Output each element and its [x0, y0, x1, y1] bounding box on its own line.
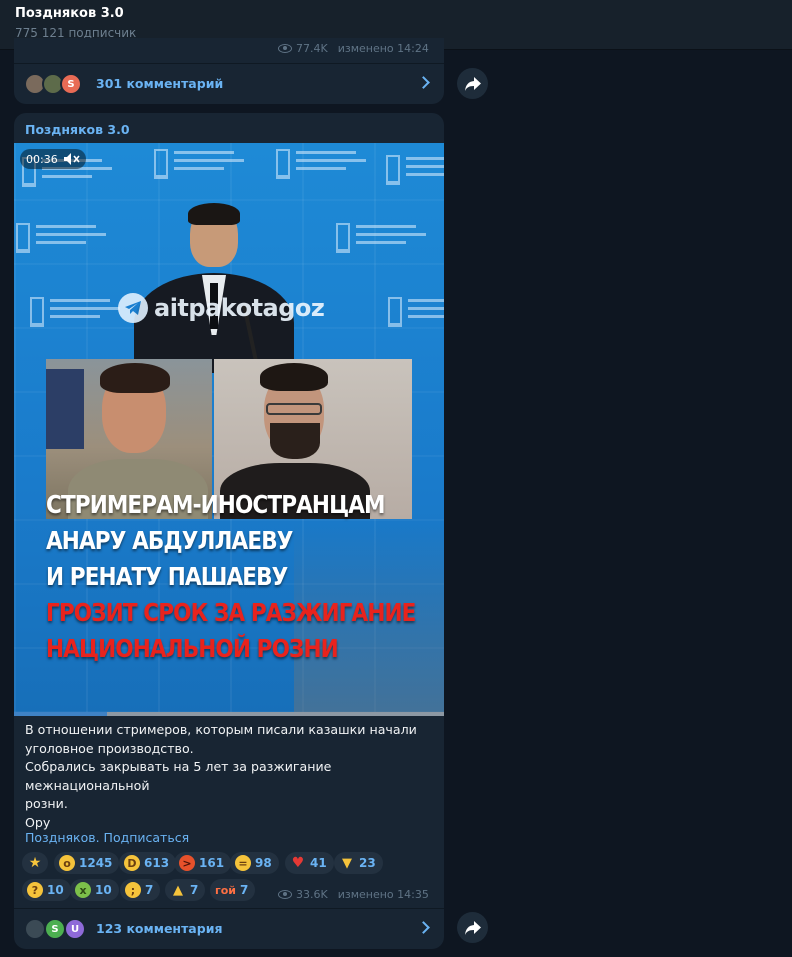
comments-label: 301 комментарий	[96, 76, 224, 91]
avatar	[24, 918, 46, 940]
message-line: Собрались закрывать на 5 лет за разжиган…	[25, 759, 332, 793]
forward-icon	[464, 76, 481, 91]
reaction-pray[interactable]: ▲ 7	[165, 879, 206, 901]
parliament-logo	[276, 145, 368, 185]
reaction-count: 7	[190, 883, 199, 897]
reaction-star[interactable]: ★	[22, 852, 48, 874]
commenter-avatars: S	[24, 73, 88, 95]
angry-face-icon: >	[179, 855, 195, 871]
crying-face-icon: ;	[125, 882, 141, 898]
thinking-face-icon: ?	[27, 882, 43, 898]
reaction-thinking[interactable]: ? 10	[22, 879, 71, 901]
reaction-count: 1245	[79, 856, 113, 870]
rofl-face-icon: D	[124, 855, 140, 871]
shocked-face-icon: o	[59, 855, 75, 871]
video-progress-bar[interactable]	[14, 712, 444, 716]
reaction-count: 613	[144, 856, 170, 870]
message-text: В отношении стримеров, которым писали ка…	[25, 721, 435, 832]
nauseated-face-icon: x	[75, 882, 91, 898]
reaction-count: 10	[95, 883, 112, 897]
message-bubble-previous: 77.4K изменено 14:24 S 301 комментарий	[14, 38, 444, 104]
view-count: 33.6K	[296, 888, 328, 901]
comments-button[interactable]: S U 123 комментария	[14, 909, 444, 949]
reaction-heart[interactable]: ♥ 41	[285, 852, 334, 874]
avatar: S	[44, 918, 66, 940]
parliament-logo	[154, 145, 246, 185]
mute-icon[interactable]	[63, 153, 80, 165]
grin-face-icon: =	[235, 855, 251, 871]
star-icon: ★	[28, 855, 42, 871]
reaction-angry[interactable]: > 161	[174, 852, 232, 874]
telegram-watermark: aitpakotagoz	[118, 293, 325, 323]
subscribe-link[interactable]: Поздняков. Подписаться	[25, 830, 189, 845]
custom-text-emoji-icon: гой	[215, 883, 237, 897]
channel-title[interactable]: Поздняков 3.0	[15, 6, 124, 21]
headline-line-red: НАЦИОНАЛЬНОЙ РОЗНИ	[46, 634, 339, 663]
speaker-figure	[134, 203, 294, 373]
video-headline: СТРИМЕРАМ-ИНОСТРАНЦАМ АНАРУ АБДУЛЛАЕВУ И…	[46, 487, 426, 667]
comments-button[interactable]: S 301 комментарий	[14, 64, 444, 104]
parliament-logo	[388, 293, 444, 333]
reaction-shocked[interactable]: o 1245	[54, 852, 120, 874]
video-timer: 00:36	[20, 149, 86, 169]
reaction-grin[interactable]: = 98	[230, 852, 279, 874]
headline-line-red: ГРОЗИТ СРОК ЗА РАЗЖИГАНИЕ	[46, 598, 416, 627]
headline-line: АНАРУ АБДУЛЛАЕВУ	[46, 526, 293, 555]
telegram-icon	[118, 293, 148, 323]
watermark-text: aitpakotagoz	[154, 294, 325, 322]
chevron-right-icon	[417, 921, 430, 934]
views-icon	[278, 890, 292, 899]
edited-time: изменено 14:24	[337, 42, 429, 55]
parliament-logo	[336, 219, 428, 259]
parliament-logo	[16, 219, 108, 259]
headline-line: СТРИМЕРАМ-ИНОСТРАНЦАМ	[46, 490, 385, 519]
message-line: розни.	[25, 796, 68, 811]
views-icon	[278, 44, 292, 53]
reaction-rofl[interactable]: D 613	[119, 852, 177, 874]
reaction-count: 7	[145, 883, 154, 897]
message-line: В отношении стримеров, которым писали ка…	[25, 722, 417, 737]
reaction-nauseated[interactable]: x 10	[70, 879, 119, 901]
forward-button[interactable]	[457, 912, 488, 943]
reaction-count: 98	[255, 856, 272, 870]
avatar: S	[60, 73, 82, 95]
video-player[interactable]: aitpakotagoz СТРИМЕРАМ-ИНОСТРАНЦАМ АНАРУ…	[14, 143, 444, 713]
message-meta: 77.4K изменено 14:24	[278, 42, 429, 55]
headline-line: И РЕНАТУ ПАШАЕВУ	[46, 562, 288, 591]
view-count: 77.4K	[296, 42, 328, 55]
thumbs-down-icon: ▼	[342, 855, 352, 871]
reaction-count: 161	[199, 856, 225, 870]
reaction-count: 41	[310, 856, 327, 870]
reaction-count: 7	[240, 883, 249, 897]
message-line: уголовное производство.	[25, 740, 194, 756]
message-meta: 33.6K изменено 14:35	[278, 888, 429, 901]
reaction-crying[interactable]: ; 7	[120, 879, 161, 901]
reaction-count: 23	[359, 856, 376, 870]
message-bubble: Поздняков 3.0 aitpakotagoz СТРИМЕРАМ-ИНО…	[14, 113, 444, 949]
parliament-logo	[386, 151, 444, 191]
commenter-avatars: S U	[24, 918, 88, 940]
heart-icon: ♥	[291, 855, 305, 871]
chevron-right-icon	[417, 76, 430, 89]
comments-label: 123 комментария	[96, 921, 223, 936]
video-progress-fill	[14, 712, 108, 716]
forward-button[interactable]	[457, 68, 488, 99]
timer-text: 00:36	[26, 152, 58, 166]
pray-icon: ▲	[173, 882, 183, 898]
reaction-custom[interactable]: гой 7	[210, 879, 256, 901]
edited-time: изменено 14:35	[337, 888, 429, 901]
sender-name[interactable]: Поздняков 3.0	[25, 122, 130, 137]
forward-icon	[464, 920, 481, 935]
parliament-logo	[30, 293, 122, 333]
reaction-count: 10	[47, 883, 64, 897]
reaction-thumbs-down[interactable]: ▼ 23	[334, 852, 383, 874]
avatar: U	[64, 918, 86, 940]
